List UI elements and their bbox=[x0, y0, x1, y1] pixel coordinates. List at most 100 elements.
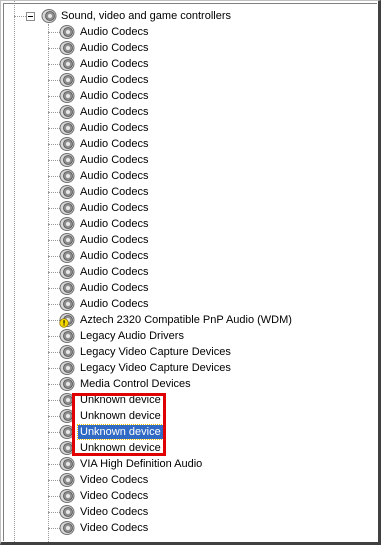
device-row[interactable]: Audio Codecs bbox=[1, 216, 361, 232]
device-label: Unknown device bbox=[80, 410, 161, 422]
device-label: Audio Codecs bbox=[80, 122, 149, 134]
speaker-icon bbox=[59, 121, 75, 135]
device-row[interactable]: Aztech 2320 Compatible PnP Audio (WDM) bbox=[1, 312, 361, 328]
device-row[interactable]: Audio Codecs bbox=[1, 136, 361, 152]
collapse-toggle-icon[interactable] bbox=[26, 12, 35, 21]
device-label: Audio Codecs bbox=[80, 106, 149, 118]
device-label: Video Codecs bbox=[80, 506, 149, 518]
device-label: Unknown device bbox=[80, 394, 161, 406]
speaker-category-icon bbox=[41, 9, 57, 23]
device-row[interactable]: Audio Codecs bbox=[1, 56, 361, 72]
speaker-icon bbox=[59, 457, 75, 471]
device-manager-tree-window: Sound, video and game controllers Audio … bbox=[0, 0, 381, 545]
speaker-icon bbox=[59, 105, 75, 119]
device-label: Legacy Video Capture Devices bbox=[80, 346, 231, 358]
device-row[interactable]: Audio Codecs bbox=[1, 200, 361, 216]
category-row-sound-video-game[interactable]: Sound, video and game controllers bbox=[1, 8, 361, 24]
device-label: Audio Codecs bbox=[80, 186, 149, 198]
speaker-icon bbox=[59, 505, 75, 519]
speaker-icon bbox=[59, 329, 75, 343]
device-row[interactable]: VIA High Definition Audio bbox=[1, 456, 361, 472]
device-label: Audio Codecs bbox=[80, 282, 149, 294]
device-label: Audio Codecs bbox=[80, 138, 149, 150]
device-row[interactable]: Audio Codecs bbox=[1, 264, 361, 280]
device-label: Audio Codecs bbox=[80, 90, 149, 102]
speaker-icon bbox=[59, 217, 75, 231]
device-label: Audio Codecs bbox=[80, 218, 149, 230]
device-label: Audio Codecs bbox=[80, 234, 149, 246]
device-label: Legacy Audio Drivers bbox=[80, 330, 184, 342]
device-row[interactable]: Audio Codecs bbox=[1, 232, 361, 248]
speaker-icon bbox=[59, 249, 75, 263]
speaker-icon bbox=[59, 441, 75, 455]
speaker-icon bbox=[59, 521, 75, 535]
device-row[interactable]: Audio Codecs bbox=[1, 280, 361, 296]
speaker-icon bbox=[59, 25, 75, 39]
speaker-icon bbox=[59, 425, 75, 439]
speaker-icon bbox=[59, 409, 75, 423]
speaker-icon bbox=[59, 377, 75, 391]
device-row[interactable]: Audio Codecs bbox=[1, 248, 361, 264]
device-row[interactable]: Audio Codecs bbox=[1, 120, 361, 136]
device-label: Video Codecs bbox=[80, 522, 149, 534]
device-row[interactable]: Video Codecs bbox=[1, 520, 361, 536]
device-label: Audio Codecs bbox=[80, 202, 149, 214]
device-row[interactable]: Unknown device bbox=[1, 424, 361, 440]
device-row[interactable]: Audio Codecs bbox=[1, 24, 361, 40]
device-row[interactable]: Audio Codecs bbox=[1, 104, 361, 120]
device-row[interactable]: Video Codecs bbox=[1, 488, 361, 504]
device-label: Audio Codecs bbox=[80, 298, 149, 310]
speaker-icon bbox=[59, 345, 75, 359]
device-label: Video Codecs bbox=[80, 490, 149, 502]
speaker-icon bbox=[59, 201, 75, 215]
device-row[interactable]: Unknown device bbox=[1, 392, 361, 408]
device-row[interactable]: Unknown device bbox=[1, 408, 361, 424]
speaker-icon bbox=[59, 57, 75, 71]
device-row[interactable]: Audio Codecs bbox=[1, 40, 361, 56]
speaker-icon bbox=[59, 89, 75, 103]
device-label: VIA High Definition Audio bbox=[80, 458, 203, 470]
speaker-icon bbox=[59, 185, 75, 199]
device-row[interactable]: Audio Codecs bbox=[1, 168, 361, 184]
device-row[interactable]: Audio Codecs bbox=[1, 88, 361, 104]
device-row[interactable]: Video Codecs bbox=[1, 504, 361, 520]
speaker-icon bbox=[59, 265, 75, 279]
device-row[interactable]: Audio Codecs bbox=[1, 296, 361, 312]
speaker-icon bbox=[59, 233, 75, 247]
device-row[interactable]: Media Control Devices bbox=[1, 376, 361, 392]
device-row[interactable]: Audio Codecs bbox=[1, 152, 361, 168]
device-label: Unknown device bbox=[77, 424, 164, 440]
device-row[interactable]: Legacy Video Capture Devices bbox=[1, 360, 361, 376]
device-label: Media Control Devices bbox=[80, 378, 191, 390]
device-label: Audio Codecs bbox=[80, 154, 149, 166]
speaker-icon bbox=[59, 297, 75, 311]
device-label: Video Codecs bbox=[80, 474, 149, 486]
device-label: Aztech 2320 Compatible PnP Audio (WDM) bbox=[80, 314, 292, 326]
device-label: Audio Codecs bbox=[80, 58, 149, 70]
device-row[interactable]: Unknown device bbox=[1, 440, 361, 456]
device-label: Legacy Video Capture Devices bbox=[80, 362, 231, 374]
speaker-icon bbox=[59, 281, 75, 295]
device-label: Audio Codecs bbox=[80, 170, 149, 182]
device-label: Audio Codecs bbox=[80, 266, 149, 278]
device-label: Audio Codecs bbox=[80, 26, 149, 38]
speaker-icon bbox=[59, 73, 75, 87]
speaker-icon bbox=[59, 137, 75, 151]
device-row[interactable]: Legacy Audio Drivers bbox=[1, 328, 361, 344]
device-label: Audio Codecs bbox=[80, 42, 149, 54]
device-row[interactable]: Audio Codecs bbox=[1, 72, 361, 88]
category-label: Sound, video and game controllers bbox=[61, 10, 231, 22]
device-row[interactable]: Legacy Video Capture Devices bbox=[1, 344, 361, 360]
device-label: Audio Codecs bbox=[80, 74, 149, 86]
device-row[interactable]: Video Codecs bbox=[1, 472, 361, 488]
speaker-icon bbox=[59, 393, 75, 407]
speaker-icon bbox=[59, 169, 75, 183]
speaker-icon bbox=[59, 153, 75, 167]
speaker-warning-icon bbox=[59, 313, 75, 328]
tree-branch-line bbox=[14, 16, 26, 17]
device-label: Audio Codecs bbox=[80, 250, 149, 262]
device-label: Unknown device bbox=[80, 442, 161, 454]
speaker-icon bbox=[59, 489, 75, 503]
device-row[interactable]: Audio Codecs bbox=[1, 184, 361, 200]
speaker-icon bbox=[59, 41, 75, 55]
